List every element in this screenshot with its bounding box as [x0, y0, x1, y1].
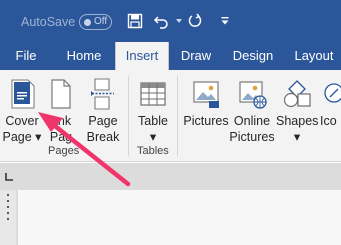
- tab-file[interactable]: File: [6, 42, 46, 70]
- vertical-ruler: [0, 190, 16, 245]
- page-break-label: Page: [88, 114, 118, 128]
- icons-button[interactable]: Ico: [320, 78, 341, 129]
- cover-page-label: Cover: [5, 114, 39, 128]
- cover-page-icon: [5, 78, 39, 110]
- page-break-label-2: Break: [86, 130, 120, 144]
- pictures-icon: [189, 78, 223, 110]
- table-icon: [136, 78, 170, 110]
- table-dropdown: ▾: [149, 130, 157, 144]
- group-label-tables: Tables: [137, 145, 169, 157]
- tab-design[interactable]: Design: [226, 42, 280, 70]
- redo-icon[interactable]: [184, 10, 206, 32]
- shapes-label: Shapes: [276, 114, 319, 128]
- pictures-button[interactable]: Pictures: [182, 78, 230, 129]
- page-break-icon: [86, 78, 120, 110]
- page-break-button[interactable]: Page Break: [82, 78, 124, 145]
- online-pictures-icon: [235, 78, 269, 110]
- tab-selector-icon[interactable]: [4, 169, 14, 181]
- blank-page-icon: [44, 78, 78, 110]
- blank-page-button[interactable]: ank Pag: [44, 78, 78, 145]
- shapes-icon: [280, 78, 314, 110]
- tab-home[interactable]: Home: [58, 42, 110, 70]
- blank-page-label: ank: [50, 114, 72, 128]
- online-pictures-button[interactable]: Online Pictures: [229, 78, 275, 145]
- online-pictures-label-2: Pictures: [229, 130, 275, 144]
- icons-label: Ico: [320, 114, 337, 128]
- shapes-button[interactable]: Shapes ▾: [276, 78, 318, 145]
- autosave-toggle[interactable]: Off: [79, 14, 112, 30]
- group-separator: [128, 76, 129, 156]
- blank-page-label-2: Pag: [49, 130, 73, 144]
- autosave-state: Off: [94, 16, 108, 27]
- cover-page-button[interactable]: Cover Page ▾: [2, 78, 42, 145]
- save-icon[interactable]: [124, 10, 146, 32]
- table-label: Table: [138, 114, 168, 128]
- customize-toolbar-icon[interactable]: [214, 10, 236, 32]
- toggle-knob: [84, 18, 91, 26]
- group-label-pages: Pages: [48, 145, 80, 157]
- pictures-label: Pictures: [183, 114, 229, 128]
- group-separator: [177, 76, 178, 156]
- tab-insert[interactable]: Insert: [115, 42, 169, 70]
- shapes-dropdown: ▾: [293, 130, 301, 144]
- cover-page-dropdown: Page ▾: [2, 130, 42, 144]
- table-button[interactable]: Table ▾: [134, 78, 172, 145]
- icons-icon: [320, 78, 341, 110]
- online-pictures-label: Online: [233, 114, 271, 128]
- document-page[interactable]: [18, 190, 341, 245]
- autosave-label: AutoSave: [21, 15, 76, 29]
- tab-layout[interactable]: Layout: [287, 42, 341, 70]
- tab-draw[interactable]: Draw: [173, 42, 219, 70]
